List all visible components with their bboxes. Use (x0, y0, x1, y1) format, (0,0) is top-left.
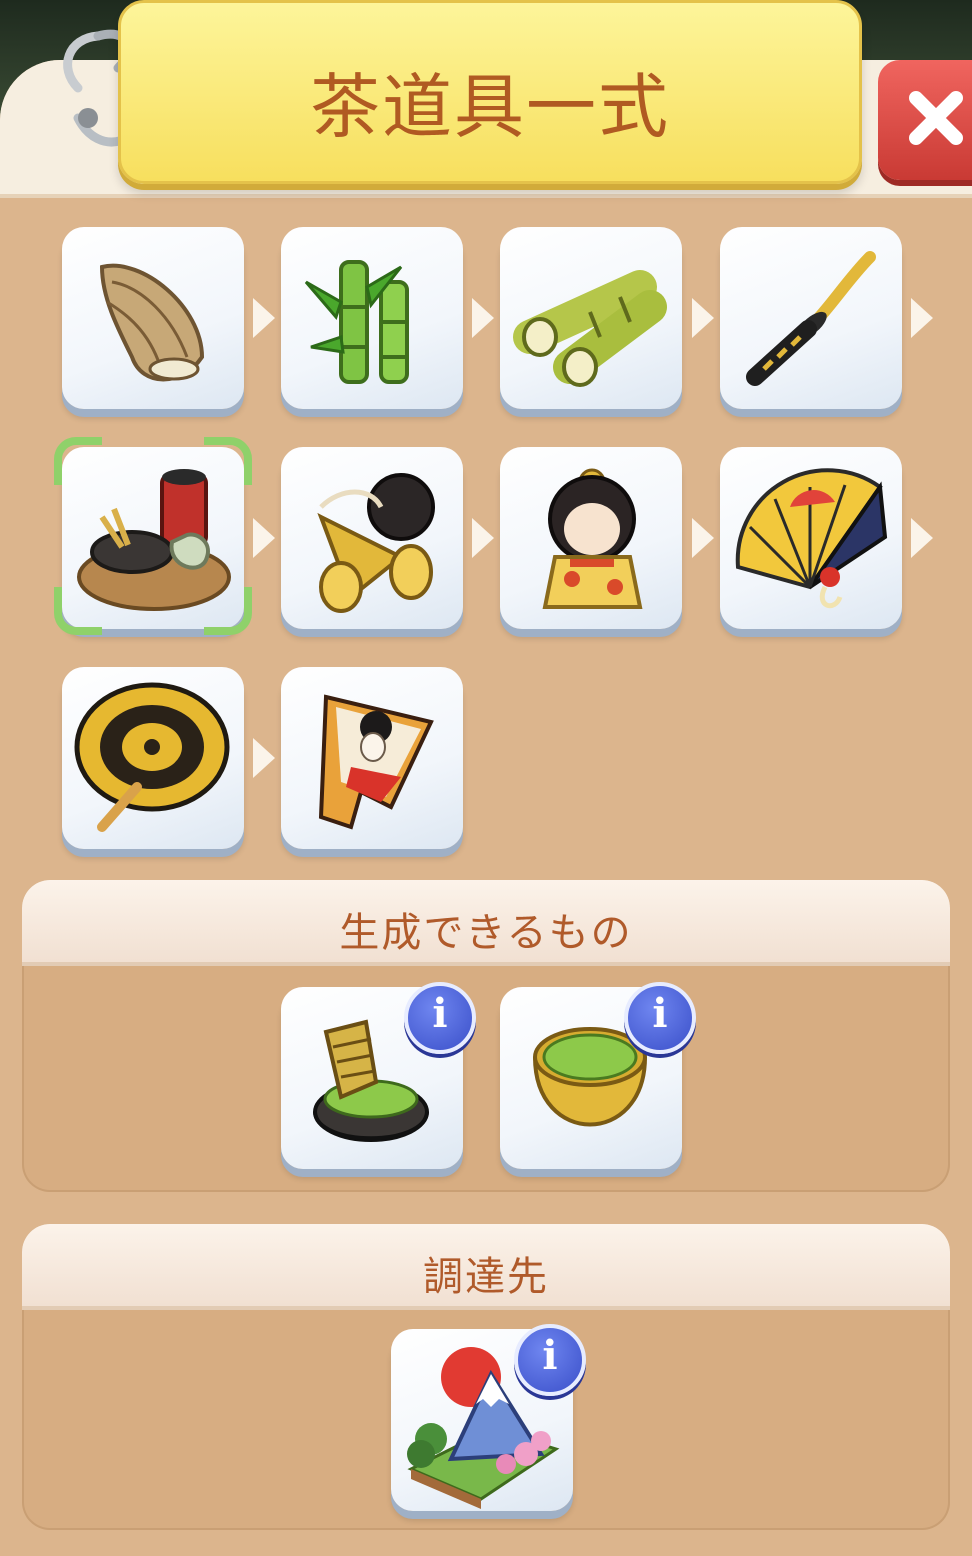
info-button-matcha-bowl[interactable]: i (404, 982, 476, 1054)
info-icon: i (542, 1332, 558, 1379)
chain-item-hagoita-paddle[interactable] (281, 667, 463, 849)
chain-item-kendama[interactable] (281, 447, 463, 629)
produces-section-title: 生成できるもの (339, 910, 633, 956)
kokeshi-doll-icon (542, 468, 643, 609)
chain-item-kokeshi-doll[interactable] (500, 447, 682, 629)
close-x-icon (909, 91, 963, 145)
selection-bracket-top-left (54, 437, 102, 485)
dialog-title: 茶道具一式 (310, 66, 670, 148)
chain-arrow (911, 518, 933, 558)
info-icon: i (652, 990, 668, 1037)
selection-bracket-bottom-right (204, 587, 252, 635)
source-section-header: 調達先 (22, 1224, 950, 1310)
chain-arrow (253, 738, 275, 778)
chain-item-bamboo-shoot[interactable] (62, 227, 244, 409)
chain-arrow (253, 518, 275, 558)
produces-section-header: 生成できるもの (22, 880, 950, 966)
chain-arrow (472, 298, 494, 338)
chain-arrow (472, 518, 494, 558)
info-icon: i (432, 990, 448, 1037)
bamboo-plant-icon (304, 260, 409, 384)
chain-item-bamboo-logs[interactable] (500, 227, 682, 409)
chain-arrow (692, 518, 714, 558)
selection-bracket-top-right (204, 437, 252, 485)
hagoita-paddle-icon (318, 694, 434, 830)
chain-item-folding-fan[interactable] (720, 447, 902, 629)
title-banner: 茶道具一式 (118, 0, 862, 184)
selection-bracket-bottom-left (54, 587, 102, 635)
bamboo-shoot-icon (99, 263, 205, 382)
chain-arrow (911, 298, 933, 338)
folding-fan-icon (735, 468, 888, 609)
chain-item-bamboo-plant[interactable] (281, 227, 463, 409)
chain-arrow (253, 298, 275, 338)
source-section-title: 調達先 (423, 1254, 549, 1300)
paper-umbrella-icon (74, 682, 230, 832)
close-button[interactable] (878, 60, 972, 180)
info-button-matcha-powder[interactable]: i (624, 982, 696, 1054)
chain-item-katana[interactable] (720, 227, 902, 409)
kendama-icon (317, 473, 435, 613)
chain-item-paper-umbrella[interactable] (62, 667, 244, 849)
produces-section: 生成できるもの (22, 880, 950, 1192)
bamboo-logs-icon (513, 270, 667, 387)
info-button-mount-fuji-island[interactable]: i (514, 1324, 586, 1396)
katana-icon (746, 251, 876, 386)
chain-arrow (692, 298, 714, 338)
